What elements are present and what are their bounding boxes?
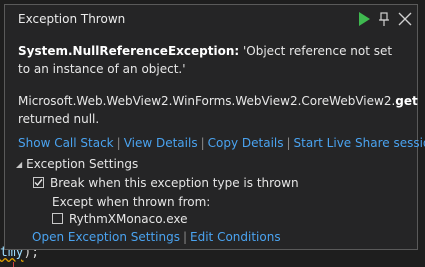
exception-detail: Microsoft.Web.WebView2.WinForms.WebView2… (18, 92, 418, 128)
pin-icon[interactable] (375, 10, 393, 28)
open-exception-settings-link[interactable]: Open Exception Settings (32, 230, 180, 244)
continue-icon[interactable] (355, 10, 373, 28)
exception-popup: Exception Thrown System.NullReferenceExc… (4, 4, 425, 250)
detail-suffix: returned null. (18, 112, 100, 126)
show-call-stack-link[interactable]: Show Call Stack (18, 136, 114, 150)
module-label: RythmXMonaco.exe (69, 212, 188, 226)
module-checkbox[interactable] (52, 213, 63, 224)
link-separator: | (116, 136, 121, 150)
action-links: Show Call Stack | View Details | Copy Detail… (18, 136, 425, 150)
popup-title: Exception Thrown (18, 12, 126, 26)
break-when-thrown-row[interactable]: Break when this exception type is thrown (33, 176, 299, 190)
collapse-triangle-icon: ◢ (16, 160, 23, 169)
exception-settings-label: Exception Settings (26, 157, 139, 171)
break-checkbox[interactable] (33, 177, 44, 188)
break-label: Break when this exception type is thrown (50, 176, 299, 190)
copy-details-link[interactable]: Copy Details (208, 136, 284, 150)
view-details-link[interactable]: View Details (124, 136, 198, 150)
exception-type: System.NullReferenceException: (18, 44, 240, 58)
breakpoint-marker (13, 262, 14, 267)
live-share-link[interactable]: Start Live Share session (294, 136, 425, 150)
detail-bold: get (395, 94, 418, 108)
popup-titlebar: Exception Thrown (5, 5, 417, 33)
close-icon[interactable] (396, 10, 414, 28)
link-separator: | (286, 136, 291, 150)
settings-links: Open Exception Settings | Edit Conditions (32, 230, 281, 244)
except-when-label: Except when thrown from: (52, 195, 211, 209)
link-separator: | (182, 230, 188, 244)
link-separator: | (200, 136, 205, 150)
edit-conditions-link[interactable]: Edit Conditions (190, 230, 281, 244)
exception-settings-header[interactable]: ◢ Exception Settings (16, 157, 138, 171)
module-exception-row[interactable]: RythmXMonaco.exe (52, 212, 188, 226)
exception-message: System.NullReferenceException: 'Object r… (18, 42, 406, 78)
detail-prefix: Microsoft.Web.WebView2.WinForms.WebView2… (18, 94, 396, 108)
